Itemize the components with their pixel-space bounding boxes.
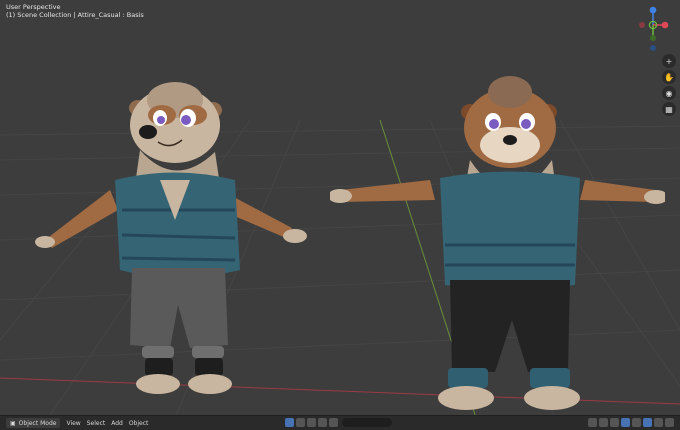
menu-select[interactable]: Select — [87, 418, 106, 428]
menu-view[interactable]: View — [66, 418, 80, 428]
transform-global-icon[interactable] — [285, 418, 294, 427]
gizmo-neg-z-icon — [650, 45, 656, 51]
shading-solid-icon[interactable] — [643, 418, 652, 427]
shading-wireframe-icon[interactable] — [632, 418, 641, 427]
navigation-gizmo[interactable] — [636, 4, 670, 52]
snap-icon[interactable] — [307, 418, 316, 427]
gizmo-z-icon — [649, 6, 657, 14]
pivot-point-icon[interactable] — [296, 418, 305, 427]
zoom-icon[interactable]: + — [662, 54, 676, 68]
overlays-icon[interactable] — [610, 418, 619, 427]
gizmo-neg-y-icon — [650, 35, 656, 41]
shading-rendered-icon[interactable] — [665, 418, 674, 427]
menu-object[interactable]: Object — [129, 418, 149, 428]
xray-toggle-icon[interactable] — [621, 418, 630, 427]
object-mode-label: Object Mode — [18, 419, 57, 427]
object-mode-dropdown[interactable]: ▣ Object Mode — [6, 418, 61, 428]
proportional-edit-icon[interactable] — [329, 418, 338, 427]
scene-collection-label: (1) Scene Collection | Attire_Casual : B… — [6, 11, 144, 19]
gizmo-neg-x-icon — [639, 22, 645, 28]
shading-material-icon[interactable] — [654, 418, 663, 427]
viewport-header-bar: ▣ Object Mode View Select Add Object — [0, 415, 680, 430]
otter-character-left[interactable] — [30, 70, 330, 405]
gizmo-x-icon — [661, 21, 669, 29]
menu-add[interactable]: Add — [111, 418, 123, 428]
search-input[interactable] — [342, 418, 392, 427]
3d-viewport[interactable]: User Perspective (1) Scene Collection | … — [0, 0, 680, 430]
view-object-types-icon[interactable] — [588, 418, 597, 427]
object-mode-icon: ▣ — [10, 419, 16, 427]
snap-settings-icon[interactable] — [318, 418, 327, 427]
otter-character-right[interactable] — [330, 70, 665, 415]
gizmo-toggle-icon[interactable] — [599, 418, 608, 427]
